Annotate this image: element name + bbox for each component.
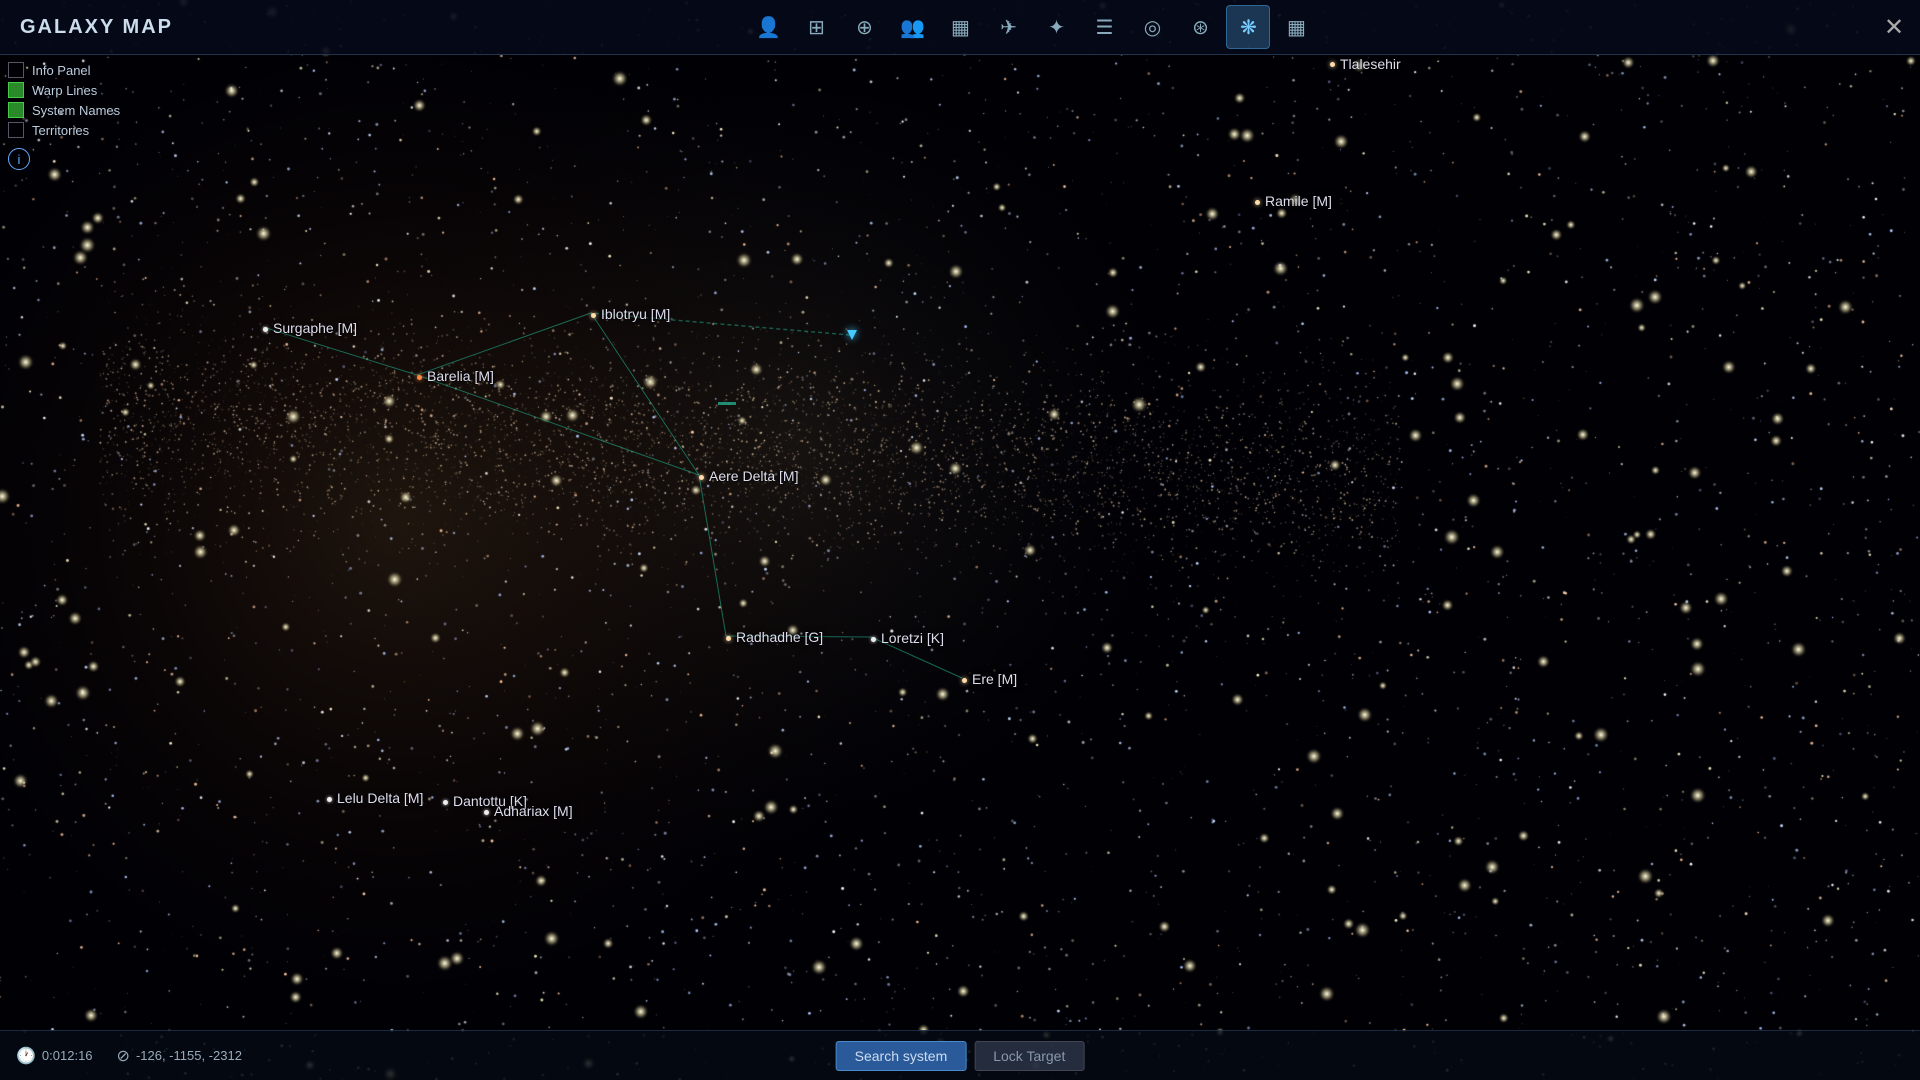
dot-dantottu — [443, 800, 448, 805]
dot-iblotryu — [591, 313, 596, 318]
dot-radhadhe — [726, 636, 731, 641]
coordinates-display: ⊘ -126, -1155, -2312 — [117, 1046, 242, 1066]
info-icon[interactable]: i — [8, 148, 30, 170]
journal-icon-btn[interactable]: ☰ — [1082, 5, 1126, 49]
galaxy-icon-btn[interactable]: ❋ — [1226, 5, 1270, 49]
page-title: GALAXY MAP — [0, 16, 193, 39]
warp-lines-label: Warp Lines — [32, 83, 97, 98]
ship-icon-btn[interactable]: ⊞ — [794, 5, 838, 49]
dot-tlalesehir — [1330, 62, 1335, 67]
info-panel-label: Info Panel — [32, 63, 91, 78]
dot-barelia — [417, 375, 422, 380]
topbar-icons: 👤 ⊞ ⊕ 👥 ▦ ✈ ✦ ☰ ◎ ⊛ ❋ ▦ — [193, 5, 1872, 49]
character-icon-btn[interactable]: 👤 — [746, 5, 790, 49]
time-display: 🕐 0:012:16 — [16, 1046, 93, 1066]
no-sign-icon: ⊘ — [117, 1046, 130, 1066]
dot-lelu-delta — [327, 797, 332, 802]
dot-adhariax — [484, 810, 489, 815]
topbar: GALAXY MAP 👤 ⊞ ⊕ 👥 ▦ ✈ ✦ ☰ ◎ ⊛ ❋ ▦ ✕ — [0, 0, 1920, 55]
group-icon-btn[interactable]: 👥 — [890, 5, 934, 49]
clock-icon: 🕐 — [16, 1046, 36, 1066]
system-names-label: System Names — [32, 103, 120, 118]
left-panel: Info Panel Warp Lines System Names Terri… — [8, 62, 120, 170]
inventory-icon-btn[interactable]: ▦ — [938, 5, 982, 49]
dot-aere-delta — [699, 475, 704, 480]
galaxy-background — [0, 0, 1920, 1080]
stats-icon-btn[interactable]: ▦ — [1274, 5, 1318, 49]
combat-icon-btn[interactable]: ✦ — [1034, 5, 1078, 49]
system-names-checkbox[interactable] — [8, 102, 24, 118]
bottom-actions: Search system Lock Target — [836, 1041, 1085, 1071]
player-marker — [847, 330, 857, 340]
info-panel-checkbox[interactable] — [8, 62, 24, 78]
bottom-bar: 🕐 0:012:16 ⊘ -126, -1155, -2312 Search s… — [0, 1030, 1920, 1080]
checkbox-info-panel[interactable]: Info Panel — [8, 62, 120, 78]
checkbox-territories[interactable]: Territories — [8, 122, 120, 138]
dot-surgaphe — [263, 327, 268, 332]
checkbox-warp-lines[interactable]: Warp Lines — [8, 82, 120, 98]
search-system-button[interactable]: Search system — [836, 1041, 967, 1071]
compass-icon-btn[interactable]: ◎ — [1130, 5, 1174, 49]
station-icon-btn[interactable]: ⊕ — [842, 5, 886, 49]
territories-checkbox[interactable] — [8, 122, 24, 138]
star-field — [0, 0, 1920, 1080]
dot-loretzi — [871, 637, 876, 642]
dot-ramile — [1255, 200, 1260, 205]
time-value: 0:012:16 — [42, 1048, 93, 1063]
missions-icon-btn[interactable]: ✈ — [986, 5, 1030, 49]
player-triangle — [847, 330, 857, 340]
coordinates-value: -126, -1155, -2312 — [136, 1048, 242, 1063]
dot-ere — [962, 678, 967, 683]
lock-target-button[interactable]: Lock Target — [974, 1041, 1084, 1071]
territories-label: Territories — [32, 123, 89, 138]
checkbox-system-names[interactable]: System Names — [8, 102, 120, 118]
warp-lines-checkbox[interactable] — [8, 82, 24, 98]
close-button[interactable]: ✕ — [1872, 5, 1916, 49]
planet-icon-btn[interactable]: ⊛ — [1178, 5, 1222, 49]
